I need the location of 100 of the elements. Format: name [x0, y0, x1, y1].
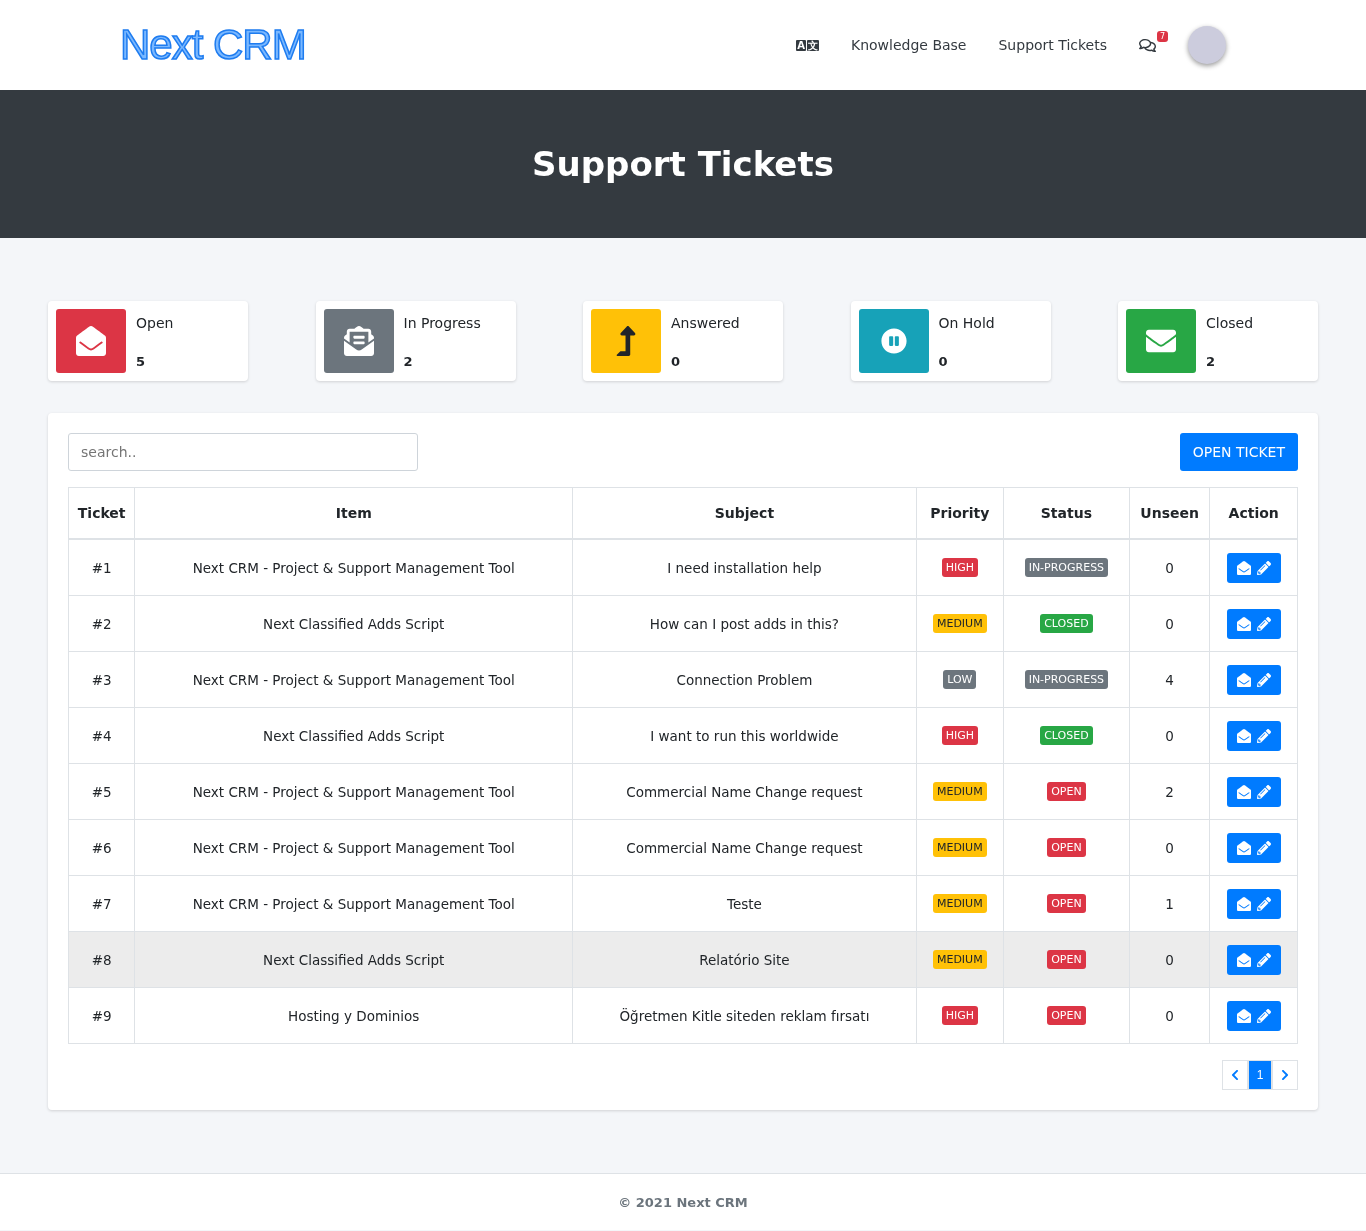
- subject-cell: Commercial Name Change request: [572, 819, 917, 876]
- priority-badge: MEDIUM: [932, 894, 987, 913]
- unseen-cell: 0: [1129, 539, 1210, 596]
- subject-cell: Teste: [572, 875, 917, 932]
- table-row[interactable]: #3 Next CRM - Project & Support Management Tool Connection Problem LOW IN-PROGRESS 4: [68, 651, 1298, 708]
- ticket-cell: #3: [68, 651, 135, 708]
- stat-count: 2: [403, 354, 414, 369]
- language-key[interactable]: 文: [807, 39, 819, 51]
- unseen-cell: 0: [1129, 987, 1210, 1044]
- unseen-cell: 4: [1129, 651, 1210, 708]
- search-field[interactable]: search..: [68, 433, 418, 471]
- copyright-text: © 2021 Next CRM: [618, 1194, 748, 1210]
- pencil-icon: [1256, 784, 1271, 799]
- table-row[interactable]: #6 Next CRM - Project & Support Management Tool Commercial Name Change request MEDIUM OPEN 0: [68, 819, 1298, 876]
- page-title: Support Tickets: [532, 144, 834, 184]
- language-key[interactable]: A: [796, 39, 806, 51]
- subject-cell: I want to run this worldwide: [572, 707, 917, 764]
- subject-cell: How can I post adds in this?: [572, 595, 917, 652]
- pencil-icon: [1256, 672, 1271, 687]
- nav-link[interactable]: Knowledge Base: [851, 37, 967, 53]
- priority-badge: LOW: [943, 670, 977, 689]
- priority-badge: MEDIUM: [932, 950, 987, 969]
- page-button[interactable]: 1: [1248, 1060, 1272, 1090]
- ticket-cell: #4: [68, 707, 135, 764]
- previous-page-button[interactable]: [1222, 1060, 1248, 1090]
- item-cell: Next CRM - Project & Support Management Tool: [134, 875, 573, 932]
- item-cell: Next Classified Adds Script: [134, 707, 573, 764]
- stat-label: On Hold: [938, 315, 995, 331]
- unseen-cell: 1: [1129, 875, 1210, 932]
- table-row[interactable]: #2 Next Classified Adds Script How can I post adds in this? MEDIUM CLOSED 0: [68, 595, 1298, 652]
- action-button[interactable]: [1226, 944, 1281, 975]
- ticket-cell: #2: [68, 595, 135, 652]
- stat-label: Answered: [671, 315, 740, 331]
- item-cell: Next CRM - Project & Support Management Tool: [134, 651, 573, 708]
- item-cell: Next CRM - Project & Support Management Tool: [134, 763, 573, 820]
- unseen-cell: 0: [1129, 819, 1210, 876]
- ticket-cell: #9: [68, 987, 135, 1044]
- pencil-icon: [1256, 1008, 1271, 1023]
- priority-badge: HIGH: [941, 726, 978, 745]
- stat-count: 2: [1206, 354, 1217, 369]
- pencil-icon: [1256, 840, 1271, 855]
- pencil-icon: [1256, 616, 1271, 631]
- stat-count: 5: [136, 354, 147, 369]
- priority-badge: HIGH: [941, 558, 978, 577]
- priority-badge: MEDIUM: [932, 838, 987, 857]
- unseen-cell: 0: [1129, 707, 1210, 764]
- next-page-button[interactable]: [1272, 1060, 1298, 1090]
- subject-cell: Connection Problem: [572, 651, 917, 708]
- chevron-left-icon: [1229, 1069, 1241, 1081]
- subject-cell: Commercial Name Change request: [572, 763, 917, 820]
- notification-badge: 7: [1156, 30, 1168, 42]
- stat-label: Closed: [1206, 315, 1254, 331]
- table-row[interactable]: #8 Next Classified Adds Script Relatório Site MEDIUM OPEN 0: [68, 931, 1298, 988]
- table-row[interactable]: #4 Next Classified Adds Script I want to run this worldwide HIGH CLOSED 0: [68, 707, 1298, 764]
- subject-cell: Öğretmen Kitle siteden reklam fırsatı: [572, 987, 917, 1044]
- status-badge: OPEN: [1047, 894, 1086, 913]
- action-button[interactable]: [1226, 1000, 1281, 1031]
- table-row[interactable]: #9 Hosting y Dominios Öğretmen Kitle siteden reklam fırsatı HIGH OPEN 0: [68, 987, 1298, 1044]
- subject-cell: I need installation help: [572, 539, 917, 596]
- action-button[interactable]: [1226, 832, 1281, 863]
- item-cell: Next CRM - Project & Support Management Tool: [134, 539, 573, 596]
- nav-link[interactable]: Support Tickets: [998, 37, 1107, 53]
- stat-label: Open: [136, 315, 174, 331]
- stat-count: 0: [938, 354, 949, 369]
- status-badge: OPEN: [1047, 838, 1086, 857]
- item-cell: Next CRM - Project & Support Management Tool: [134, 819, 573, 876]
- messages-icon[interactable]: [1139, 36, 1156, 54]
- priority-badge: MEDIUM: [932, 782, 987, 801]
- table-row[interactable]: #7 Next CRM - Project & Support Management Tool Teste MEDIUM OPEN 1: [68, 875, 1298, 932]
- pencil-icon: [1256, 560, 1271, 575]
- unseen-cell: 0: [1129, 595, 1210, 652]
- table-row[interactable]: #1 Next CRM - Project & Support Management Tool I need installation help HIGH IN-PROGRESS 0: [68, 539, 1298, 596]
- action-button[interactable]: [1226, 664, 1281, 695]
- priority-badge: MEDIUM: [932, 614, 987, 633]
- action-button[interactable]: [1226, 888, 1281, 919]
- ticket-cell: #6: [68, 819, 135, 876]
- ticket-cell: #8: [68, 931, 135, 988]
- status-badge: OPEN: [1047, 1006, 1086, 1025]
- unseen-cell: 2: [1129, 763, 1210, 820]
- action-button[interactable]: [1226, 776, 1281, 807]
- stat-count: 0: [671, 354, 682, 369]
- action-button[interactable]: [1226, 552, 1281, 583]
- status-badge: IN-PROGRESS: [1024, 670, 1109, 689]
- table-row[interactable]: #5 Next CRM - Project & Support Management Tool Commercial Name Change request MEDIUM OPEN 2: [68, 763, 1298, 820]
- ticket-cell: #1: [68, 539, 135, 596]
- open-ticket-button[interactable]: OPEN TICKET: [1179, 433, 1298, 471]
- priority-badge: HIGH: [941, 1006, 978, 1025]
- unseen-cell: 0: [1129, 931, 1210, 988]
- subject-cell: Relatório Site: [572, 931, 917, 988]
- status-badge: OPEN: [1047, 950, 1086, 969]
- ticket-cell: #5: [68, 763, 135, 820]
- stat-label: In Progress: [403, 315, 481, 331]
- chevron-right-icon: [1279, 1069, 1291, 1081]
- status-badge: CLOSED: [1040, 726, 1093, 745]
- pencil-icon: [1256, 896, 1271, 911]
- action-button[interactable]: [1226, 720, 1281, 751]
- action-button[interactable]: [1226, 608, 1281, 639]
- item-cell: Hosting y Dominios: [134, 987, 573, 1044]
- pencil-icon: [1256, 952, 1271, 967]
- pencil-icon: [1256, 728, 1271, 743]
